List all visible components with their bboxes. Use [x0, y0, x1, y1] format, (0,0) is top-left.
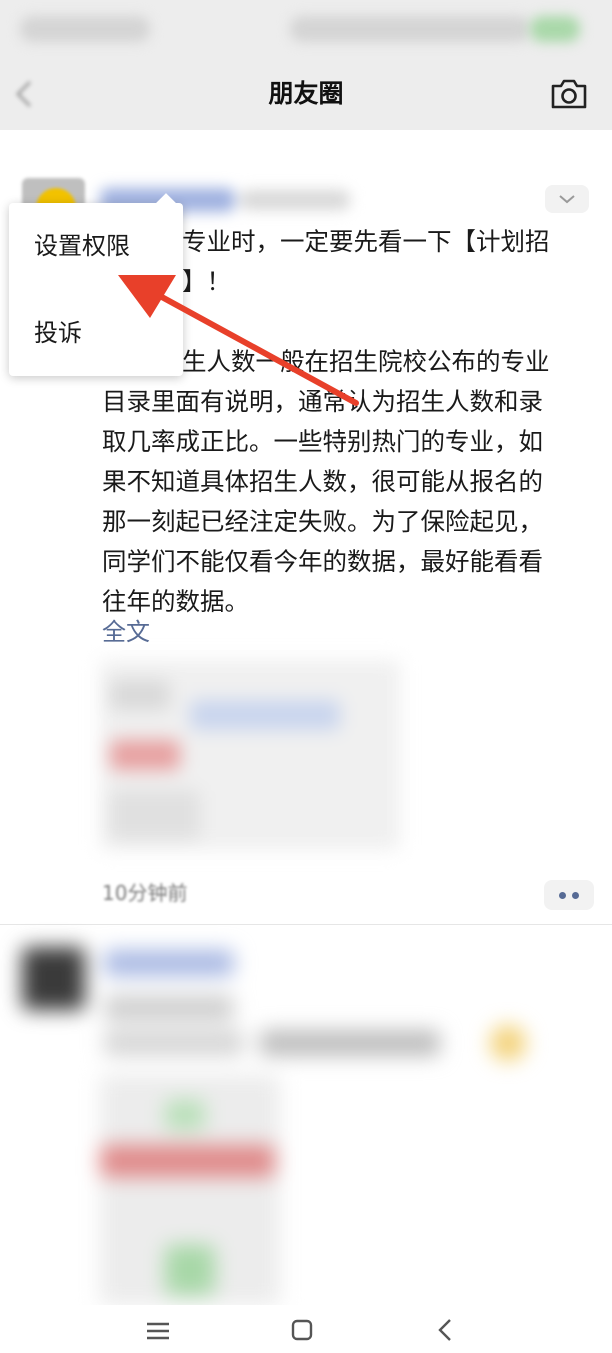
- system-nav-bar: [0, 1305, 612, 1353]
- nav-bar: 朋友圈: [0, 58, 612, 130]
- home-icon[interactable]: [282, 1313, 322, 1347]
- shared-image-blurred[interactable]: [100, 660, 420, 860]
- full-text-link[interactable]: 全文: [102, 614, 150, 650]
- menu-item-set-permission[interactable]: 设置权限: [9, 211, 183, 281]
- chevron-down-icon[interactable]: [545, 185, 589, 213]
- post-text-line: 那一刻起已经注定失败。为了保险起见，: [102, 507, 543, 536]
- menu-icon[interactable]: [138, 1313, 178, 1347]
- moment-post-blurred: [0, 925, 612, 1305]
- menu-item-report[interactable]: 投诉: [9, 298, 183, 368]
- post-text-line: 同学们不能仅看今年的数据，最好能看看: [102, 547, 543, 576]
- camera-icon[interactable]: [548, 74, 590, 114]
- post-text-line: 取几率成正比。一些特别热门的专业，如: [102, 427, 543, 456]
- post-text-line: 果不知道具体招生人数，很可能从报名的: [102, 467, 543, 496]
- page-title: 朋友圈: [268, 79, 344, 108]
- status-icons-blur: [290, 16, 530, 42]
- post-text-line: 目录里面有说明，通常认为招生人数和录: [102, 387, 543, 416]
- back-icon[interactable]: [426, 1313, 466, 1347]
- status-time-blur: [20, 16, 150, 42]
- battery-icon: [530, 16, 580, 42]
- more-dots-icon[interactable]: [544, 880, 594, 910]
- context-menu: 设置权限 投诉: [9, 193, 183, 376]
- status-bar: [0, 0, 612, 58]
- post-text-line: 往年的数据。: [102, 587, 249, 616]
- post-time: 10分钟前: [102, 881, 188, 905]
